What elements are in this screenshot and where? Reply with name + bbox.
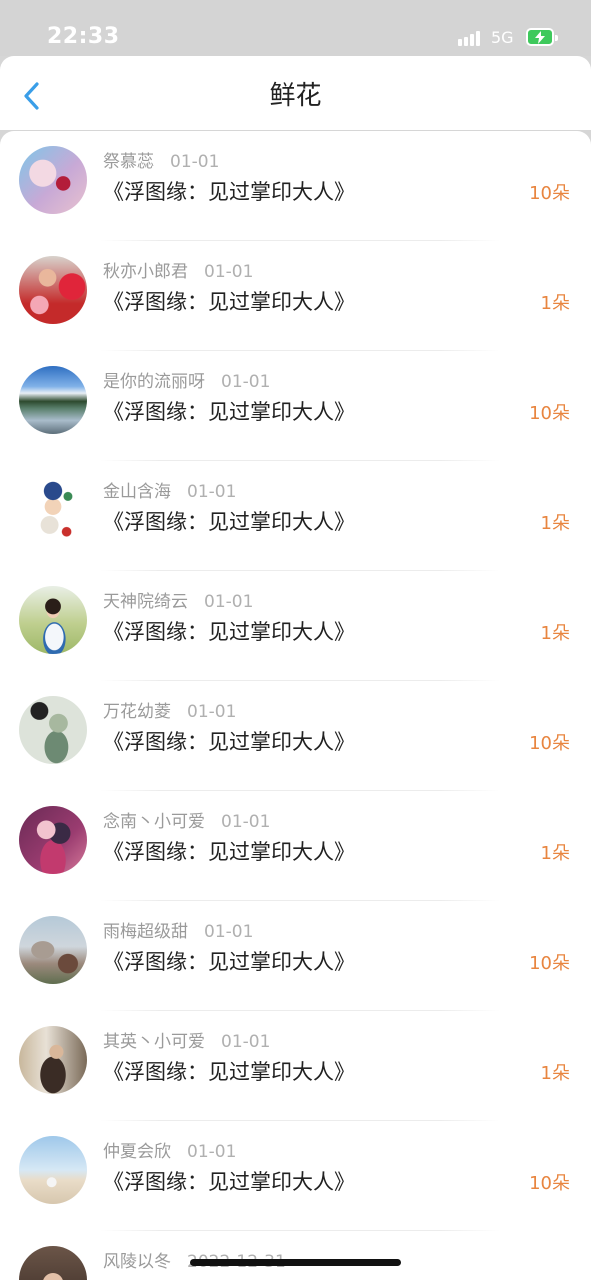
- work-title: 《浮图缘：见过掌印大人》: [103, 1170, 355, 1194]
- avatar-castle-icon: [19, 916, 87, 984]
- gift-date: 01-01: [221, 1032, 271, 1052]
- avatar-anime-pink-icon: [19, 806, 87, 874]
- list-item[interactable]: 仲夏会欣 01-01 《浮图缘：见过掌印大人》 10朵: [0, 1121, 591, 1231]
- list-item[interactable]: 是你的流丽呀 01-01 《浮图缘：见过掌印大人》 10朵: [0, 351, 591, 461]
- user-name: 祭慕蕊: [103, 152, 154, 172]
- avatar-girl-field-icon: [19, 586, 87, 654]
- signal-icon: [458, 30, 484, 46]
- work-title: 《浮图缘：见过掌印大人》: [103, 180, 355, 204]
- list-item[interactable]: 万花幼菱 01-01 《浮图缘：见过掌印大人》 10朵: [0, 681, 591, 791]
- flower-gift-list[interactable]: 祭慕蕊 01-01 《浮图缘：见过掌印大人》 10朵 秋亦小郎君 01-01 《浮图…: [0, 131, 591, 1280]
- avatar-room-person-icon: [19, 1026, 87, 1094]
- list-item[interactable]: 天神院绮云 01-01 《浮图缘：见过掌印大人》 1朵: [0, 571, 591, 681]
- gift-date: 01-01: [204, 592, 254, 612]
- page-title: 鲜花: [269, 81, 322, 111]
- user-name: 万花幼菱: [103, 702, 171, 722]
- work-title: 《浮图缘：见过掌印大人》: [103, 730, 355, 754]
- user-name: 天神院绮云: [103, 592, 188, 612]
- gift-date: 01-01: [221, 812, 271, 832]
- flower-count: 10朵: [529, 403, 570, 424]
- work-title: 《浮图缘：见过掌印大人》: [103, 1060, 355, 1084]
- flower-count: 10朵: [529, 733, 570, 754]
- home-indicator[interactable]: [190, 1259, 401, 1266]
- gift-date: 01-01: [187, 482, 237, 502]
- work-title: 《浮图缘：见过掌印大人》: [103, 400, 355, 424]
- work-title: 《浮图缘：见过掌印大人》: [103, 620, 355, 644]
- list-item[interactable]: 祭慕蕊 01-01 《浮图缘：见过掌印大人》 10朵: [0, 131, 591, 241]
- avatar-beach-icon: [19, 1136, 87, 1204]
- flower-count: 10朵: [529, 1173, 570, 1194]
- gift-date: 01-01: [221, 372, 271, 392]
- work-title: 《浮图缘：见过掌印大人》: [103, 290, 355, 314]
- gift-date: 01-01: [204, 922, 254, 942]
- user-name: 雨梅超级甜: [103, 922, 188, 942]
- flower-count: 1朵: [540, 1063, 570, 1084]
- list-item[interactable]: 其英丶小可爱 01-01 《浮图缘：见过掌印大人》 1朵: [0, 1011, 591, 1121]
- avatar-portrait-icon: [19, 1246, 87, 1280]
- flower-count: 10朵: [529, 183, 570, 204]
- flower-count: 1朵: [540, 623, 570, 644]
- user-name: 念南丶小可爱: [103, 812, 205, 832]
- battery-charging-icon: [526, 28, 558, 46]
- flower-count: 1朵: [540, 843, 570, 864]
- work-title: 《浮图缘：见过掌印大人》: [103, 840, 355, 864]
- work-title: 《浮图缘：见过掌印大人》: [103, 950, 355, 974]
- avatar-anime-crow-icon: [19, 696, 87, 764]
- avatar-cartoon-figure-icon: [19, 476, 87, 544]
- gift-date: 01-01: [204, 262, 254, 282]
- avatar-anime-girl-icon: [19, 146, 87, 214]
- flower-count: 10朵: [529, 953, 570, 974]
- list-item[interactable]: 念南丶小可爱 01-01 《浮图缘：见过掌印大人》 1朵: [0, 791, 591, 901]
- nav-header: 鲜花: [0, 56, 591, 130]
- user-name: 仲夏会欣: [103, 1142, 171, 1162]
- user-name: 是你的流丽呀: [103, 372, 205, 392]
- gift-date: 01-01: [187, 702, 237, 722]
- list-item[interactable]: 金山含海 01-01 《浮图缘：见过掌印大人》 1朵: [0, 461, 591, 571]
- network-label: 5G: [491, 28, 514, 47]
- work-title: 《浮图缘：见过掌印大人》: [103, 510, 355, 534]
- status-bar: 22:33 5G: [0, 0, 591, 56]
- list-item[interactable]: 风陵以冬2022-12-31: [0, 1231, 591, 1280]
- avatar-woman-red-icon: [19, 256, 87, 324]
- list-item[interactable]: 雨梅超级甜 01-01 《浮图缘：见过掌印大人》 10朵: [0, 901, 591, 1011]
- user-name: 秋亦小郎君: [103, 262, 188, 282]
- flower-count: 1朵: [540, 513, 570, 534]
- user-name: 其英丶小可爱: [103, 1032, 205, 1052]
- status-time: 22:33: [47, 24, 120, 49]
- flower-count: 1朵: [540, 293, 570, 314]
- avatar-landscape-lake-icon: [19, 366, 87, 434]
- gift-date: 01-01: [170, 152, 220, 172]
- list-item[interactable]: 秋亦小郎君 01-01 《浮图缘：见过掌印大人》 1朵: [0, 241, 591, 351]
- user-name: 风陵以冬: [103, 1252, 171, 1272]
- gift-date: 01-01: [187, 1142, 237, 1162]
- user-name: 金山含海: [103, 482, 171, 502]
